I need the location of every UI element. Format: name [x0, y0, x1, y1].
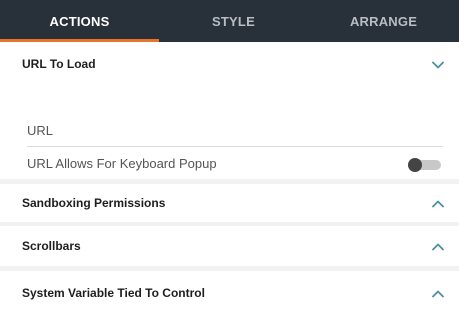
keyboard-popup-label: URL Allows For Keyboard Popup: [27, 156, 217, 171]
tab-arrange-label: ARRANGE: [349, 13, 418, 29]
chevron-down-icon[interactable]: [432, 61, 444, 69]
section-sandboxing-permissions[interactable]: Sandboxing Permissions: [0, 184, 459, 222]
keyboard-popup-toggle[interactable]: [408, 158, 441, 172]
properties-panel: ACTIONS STYLE ARRANGE URL To Load URL UR…: [0, 0, 459, 309]
tab-arrange[interactable]: ARRANGE: [308, 0, 459, 42]
url-input-underline: [27, 146, 443, 147]
url-input[interactable]: URL: [27, 123, 53, 138]
chevron-up-icon[interactable]: [432, 200, 444, 208]
chevron-up-icon[interactable]: [432, 243, 444, 251]
section-system-variable[interactable]: System Variable Tied To Control: [0, 271, 459, 309]
tab-actions-label: ACTIONS: [49, 13, 110, 29]
section-url-to-load: URL To Load URL URL Allows For Keyboard …: [0, 42, 459, 179]
tab-style[interactable]: STYLE: [159, 0, 308, 42]
section-system-variable-header: System Variable Tied To Control: [22, 286, 205, 300]
chevron-up-icon[interactable]: [432, 290, 444, 298]
tab-bar: ACTIONS STYLE ARRANGE: [0, 0, 459, 42]
section-sandboxing-header: Sandboxing Permissions: [22, 196, 166, 210]
toggle-knob: [408, 158, 422, 172]
section-scrollbars-header: Scrollbars: [22, 239, 81, 253]
tab-style-label: STYLE: [212, 13, 255, 29]
tab-actions[interactable]: ACTIONS: [0, 0, 159, 42]
section-url-to-load-header[interactable]: URL To Load: [22, 57, 96, 71]
section-scrollbars[interactable]: Scrollbars: [0, 226, 459, 266]
